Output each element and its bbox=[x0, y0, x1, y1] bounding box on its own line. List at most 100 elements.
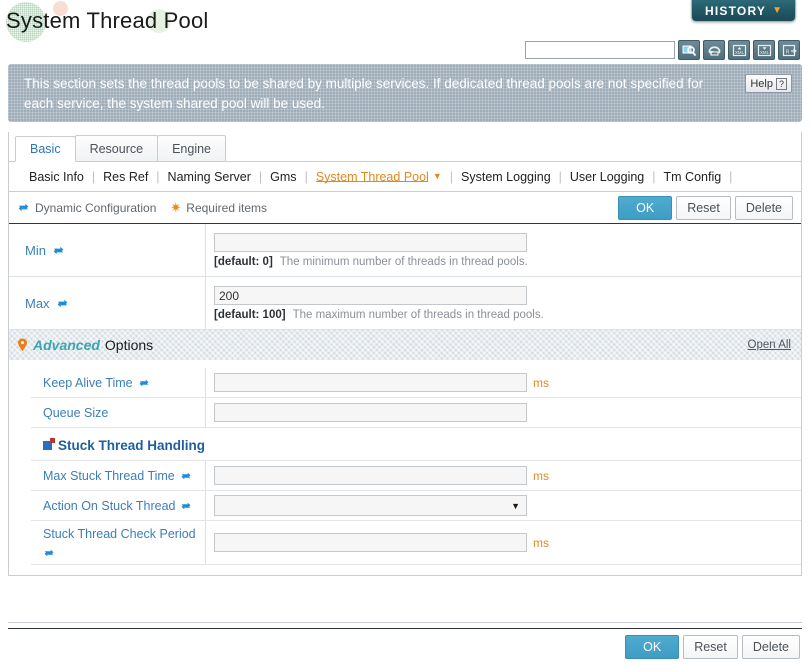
subnav-label: Gms bbox=[270, 169, 297, 184]
dynamic-config-icon bbox=[53, 246, 64, 254]
help-button[interactable]: Help ? bbox=[745, 74, 792, 93]
subnav-label: Tm Config bbox=[663, 169, 722, 184]
field-hint: [default: 0] The minimum number of thread… bbox=[214, 256, 801, 268]
subnav-label: Res Ref bbox=[103, 169, 149, 184]
field-wrapper: ms bbox=[206, 521, 801, 564]
tab-resource[interactable]: Resource bbox=[74, 135, 159, 161]
footer-bar: OK Reset Delete bbox=[8, 628, 802, 662]
advanced-row-stuck-thread-check-period: Stuck Thread Check Period ms bbox=[31, 521, 801, 565]
delete-button-top[interactable]: Delete bbox=[734, 196, 793, 220]
action-button-group: OK Reset Delete bbox=[618, 196, 793, 220]
subnav-item-user-logging[interactable]: User Logging bbox=[562, 170, 652, 184]
basic-settings-form: Min [default: 0] The minimum number of thr… bbox=[9, 224, 801, 330]
history-button[interactable]: HISTORY ▼ bbox=[691, 0, 796, 22]
field-wrapper bbox=[206, 398, 801, 427]
footer-button-group: OK Reset Delete bbox=[625, 635, 800, 659]
chevron-down-icon: ▼ bbox=[772, 4, 782, 16]
open-all-link[interactable]: Open All bbox=[748, 339, 791, 351]
dynamic-configuration-label: Dynamic Configuration bbox=[35, 200, 157, 215]
subnav-item-res-ref[interactable]: Res Ref bbox=[95, 170, 156, 184]
max-input[interactable] bbox=[214, 286, 527, 305]
advanced-options-word: Options bbox=[104, 337, 154, 353]
form-row-max: Max [default: 100] The maximum number of t… bbox=[9, 277, 801, 330]
ok-button-bottom[interactable]: OK bbox=[625, 635, 680, 659]
action-on-stuck-thread-select[interactable]: ▼ bbox=[214, 495, 527, 516]
title-bar: System Thread Pool HISTORY ▼ bbox=[0, 0, 810, 42]
section-marker-icon bbox=[43, 438, 55, 450]
unit-label: ms bbox=[533, 468, 549, 483]
svg-text:XML: XML bbox=[734, 50, 744, 55]
dynamic-config-icon bbox=[181, 472, 191, 479]
stuck-thread-check-period-input[interactable] bbox=[214, 533, 527, 552]
search-icon bbox=[682, 45, 696, 56]
required-asterisk-icon: ✷ bbox=[170, 200, 182, 215]
subnav-item-system-logging[interactable]: System Logging bbox=[453, 170, 559, 184]
advanced-options-title: Advanced Options bbox=[17, 337, 153, 353]
refresh-icon bbox=[708, 45, 720, 56]
xml-import-icon-button[interactable]: XML bbox=[728, 40, 750, 60]
advanced-emphasis: Advanced bbox=[33, 337, 100, 353]
subnav-item-gms[interactable]: Gms bbox=[262, 170, 304, 184]
dynamic-config-icon bbox=[57, 299, 67, 307]
save-xml-icon-button[interactable]: R bbox=[778, 40, 800, 60]
svg-text:XML: XML bbox=[759, 50, 769, 55]
save-xml-icon: R bbox=[782, 44, 797, 56]
field-label: Stuck Thread Check Period bbox=[31, 521, 206, 564]
chevron-down-icon[interactable]: ▼ bbox=[433, 172, 442, 181]
field-wrapper: [default: 100] The maximum number of thre… bbox=[206, 277, 801, 329]
field-label-text: Action On Stuck Thread bbox=[43, 498, 176, 513]
field-default-value: [default: 0] bbox=[214, 256, 273, 268]
section-title: Stuck Thread Handling bbox=[58, 438, 206, 453]
footer-divider bbox=[8, 622, 802, 623]
tab-label: Engine bbox=[172, 141, 212, 156]
field-default-value: [default: 100] bbox=[214, 309, 286, 321]
keep-alive-time-input[interactable] bbox=[214, 373, 527, 392]
xml-export-icon: XML bbox=[757, 44, 771, 56]
reset-button-bottom[interactable]: Reset bbox=[683, 635, 738, 659]
section-header-stuck-thread-handling: Stuck Thread Handling bbox=[31, 428, 801, 461]
tab-basic[interactable]: Basic bbox=[15, 136, 76, 162]
max-stuck-thread-time-input[interactable] bbox=[214, 466, 527, 485]
main-panel: Basic Resource Engine Basic Info | Res Ref | N… bbox=[8, 132, 802, 576]
search-toolbar: XML XML R bbox=[525, 40, 800, 60]
dynamic-config-icon bbox=[44, 549, 54, 557]
subnav-item-system-thread-pool[interactable]: System Thread Pool ▼ bbox=[308, 170, 450, 184]
subnav-item-naming-server[interactable]: Naming Server bbox=[160, 170, 259, 184]
advanced-options-body: Keep Alive Time ms Queue Size Stuck Thread … bbox=[9, 360, 801, 575]
refresh-icon-button[interactable] bbox=[703, 40, 725, 60]
xml-import-icon: XML bbox=[732, 44, 746, 56]
advanced-marker-icon bbox=[18, 338, 27, 352]
info-banner: This section sets the thread pools to be… bbox=[8, 64, 802, 122]
reset-button-top[interactable]: Reset bbox=[676, 196, 731, 220]
tab-bar: Basic Resource Engine bbox=[9, 132, 801, 162]
field-wrapper: ms bbox=[206, 461, 801, 490]
min-input[interactable] bbox=[214, 233, 527, 252]
chevron-down-icon: ▼ bbox=[511, 500, 520, 511]
xml-export-icon-button[interactable]: XML bbox=[753, 40, 775, 60]
info-banner-text: This section sets the thread pools to be… bbox=[24, 76, 704, 111]
search-icon-button[interactable] bbox=[678, 40, 700, 60]
field-label: Max bbox=[9, 277, 206, 329]
field-wrapper: ms bbox=[206, 368, 801, 397]
action-bar: Dynamic Configuration ✷ Required items O… bbox=[9, 192, 801, 224]
history-label: HISTORY bbox=[705, 3, 767, 18]
field-hint: [default: 100] The maximum number of thre… bbox=[214, 309, 801, 321]
field-label: Queue Size bbox=[31, 398, 206, 427]
subnav-item-basic-info[interactable]: Basic Info bbox=[21, 170, 92, 184]
queue-size-input[interactable] bbox=[214, 403, 527, 422]
subnav-item-tm-config[interactable]: Tm Config bbox=[656, 170, 730, 184]
field-wrapper: [default: 0] The minimum number of thread… bbox=[206, 224, 801, 276]
field-label-text: Min bbox=[25, 242, 46, 258]
search-input[interactable] bbox=[525, 41, 675, 59]
form-row-min: Min [default: 0] The minimum number of thr… bbox=[9, 224, 801, 277]
field-label-text: Stuck Thread Check Period bbox=[43, 527, 196, 541]
tab-label: Resource bbox=[89, 141, 144, 156]
unit-label: ms bbox=[533, 535, 549, 550]
ok-button-top[interactable]: OK bbox=[618, 196, 673, 220]
dynamic-configuration-legend: Dynamic Configuration bbox=[17, 201, 156, 215]
subnav-label: System Logging bbox=[461, 169, 551, 184]
advanced-row-keep-alive-time: Keep Alive Time ms bbox=[31, 368, 801, 398]
delete-button-bottom[interactable]: Delete bbox=[741, 635, 800, 659]
svg-text:R: R bbox=[785, 49, 789, 55]
tab-engine[interactable]: Engine bbox=[157, 135, 227, 161]
